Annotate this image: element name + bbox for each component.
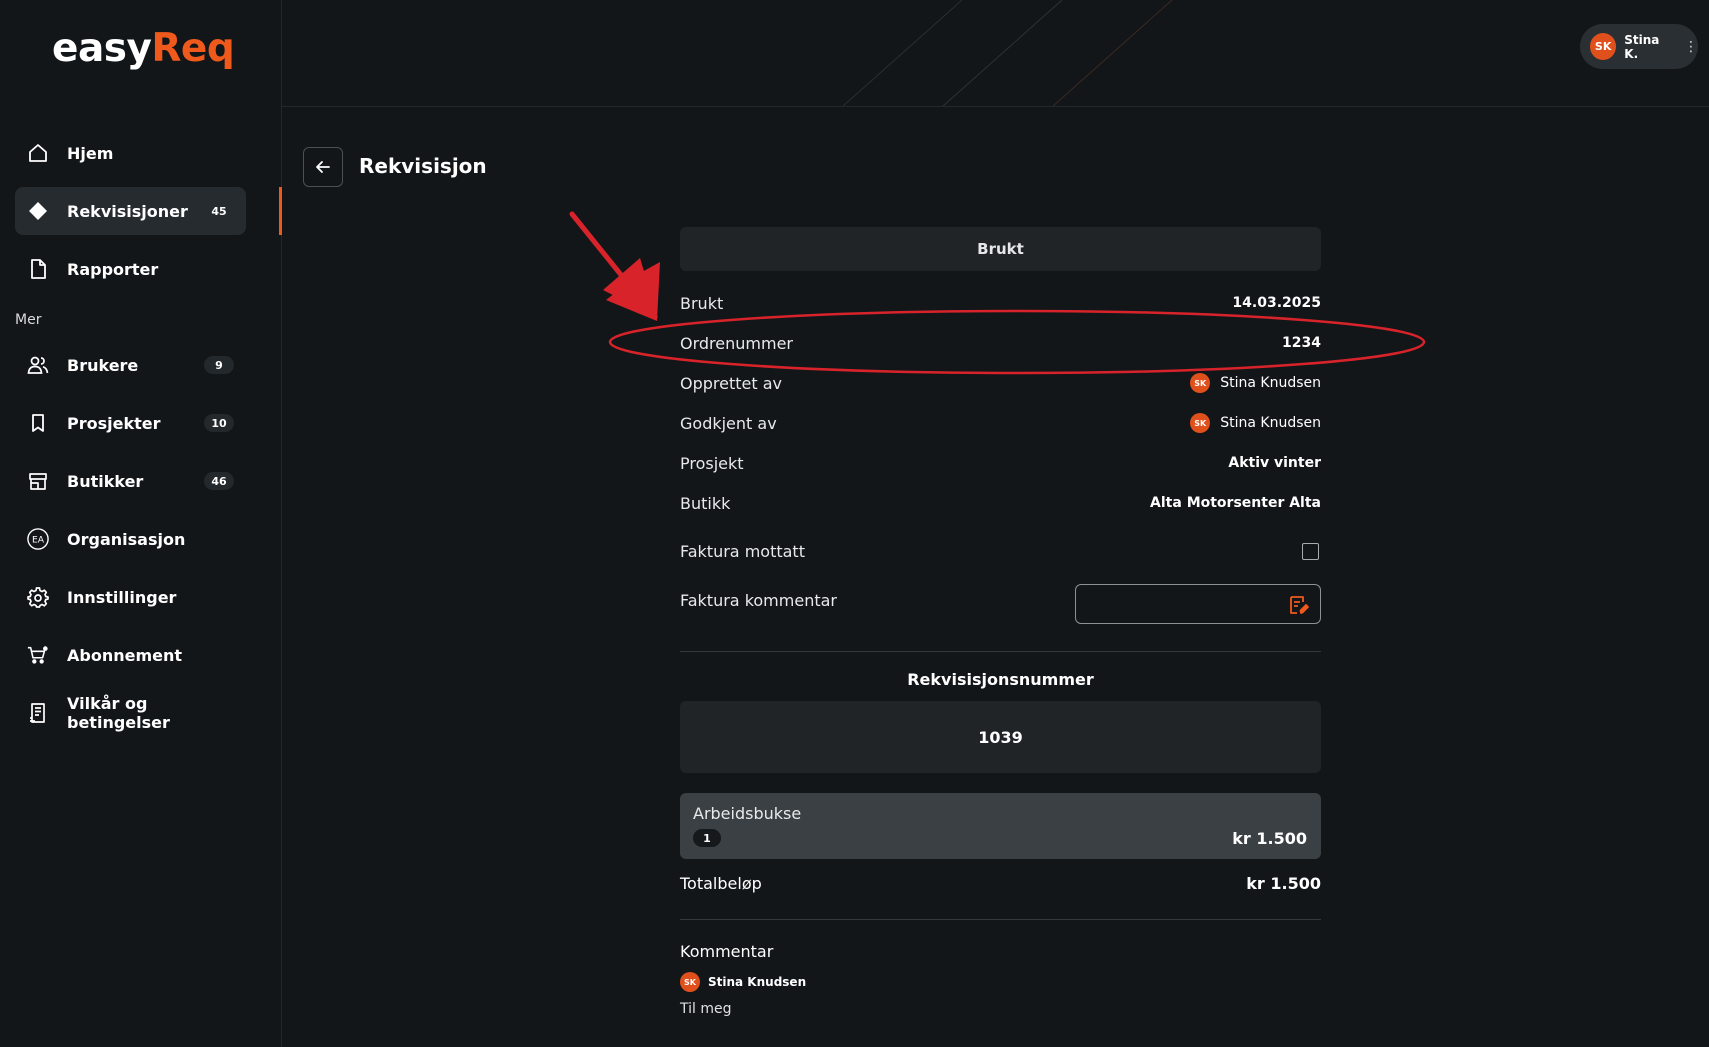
detail-value: SK Stina Knudsen	[1190, 373, 1321, 393]
detail-label: Butikk	[680, 493, 731, 513]
arrow-left-icon	[316, 161, 330, 173]
more-vertical-icon[interactable]: ⋮	[1684, 39, 1698, 55]
edit-note-icon[interactable]	[1288, 594, 1310, 616]
total-label: Totalbeløp	[680, 874, 762, 893]
count-badge: 9	[204, 356, 234, 374]
detail-row-used: Brukt 14.03.2025	[680, 291, 1321, 315]
app-logo[interactable]: easyReq	[52, 26, 235, 71]
line-item-price: kr 1.500	[1232, 829, 1307, 848]
page-title: Rekvisisjon	[359, 154, 487, 178]
invoice-comment-input[interactable]	[1075, 584, 1321, 624]
sidebar: easyReq Hjem Rekvisisjoner 45 Rapporter …	[0, 0, 282, 1047]
back-button[interactable]	[303, 147, 343, 187]
avatar: SK	[680, 972, 700, 992]
avatar: SK	[1190, 413, 1211, 433]
user-menu[interactable]: SK Stina K. ⋮	[1580, 24, 1698, 69]
detail-value: SK Stina Knudsen	[1190, 413, 1321, 433]
sidebar-item-label: Rapporter	[67, 259, 159, 279]
sidebar-item-label: Brukere	[67, 355, 139, 375]
count-badge: 45	[211, 204, 227, 218]
bookmark-icon	[27, 412, 49, 434]
gear-icon	[27, 586, 49, 608]
document-icon	[27, 258, 49, 280]
invoice-received-checkbox[interactable]	[1302, 542, 1319, 560]
detail-label: Brukt	[680, 293, 724, 313]
organization-icon-text: EA	[32, 535, 45, 546]
sidebar-item-innstillinger[interactable]: Innstillinger	[15, 573, 246, 621]
sidebar-item-label: Innstillinger	[67, 587, 177, 607]
line-item[interactable]: Arbeidsbukse 1 kr 1.500	[680, 793, 1321, 859]
logo-text-req: Req	[151, 26, 235, 71]
user-name: Stina K.	[1624, 32, 1660, 61]
quantity-badge: 1	[693, 829, 721, 847]
sidebar-item-vilkar[interactable]: Vilkår og betingelser	[15, 689, 246, 737]
logo-text-easy: easy	[52, 26, 152, 71]
sidebar-item-brukere[interactable]: Brukere 9	[15, 341, 246, 389]
sidebar-item-label: Butikker	[67, 471, 144, 491]
store-icon	[27, 470, 49, 492]
comment-author-name: Stina Knudsen	[708, 975, 807, 989]
detail-label: Faktura mottatt	[680, 541, 805, 561]
organization-icon: EA	[27, 528, 49, 550]
divider	[680, 651, 1321, 652]
count-badge: 10	[204, 414, 234, 432]
sidebar-item-label: Vilkår og betingelser	[67, 694, 170, 732]
detail-row-invoice-received: Faktura mottatt	[680, 539, 1321, 563]
header-decoration	[842, 0, 1173, 106]
active-indicator	[279, 187, 282, 235]
person-name: Stina Knudsen	[1220, 415, 1321, 431]
comment-author: SK Stina Knudsen	[680, 972, 806, 992]
divider	[680, 919, 1321, 920]
detail-value: 1234	[1282, 335, 1321, 351]
detail-label: Opprettet av	[680, 373, 782, 393]
diamond-icon	[27, 200, 49, 222]
status-badge: Brukt	[680, 227, 1321, 271]
sidebar-item-label: Abonnement	[67, 645, 183, 665]
sidebar-item-hjem[interactable]: Hjem	[15, 129, 246, 177]
comment-title: Kommentar	[680, 942, 774, 961]
requisition-number-label: Rekvisisjonsnummer	[907, 670, 1094, 689]
users-icon	[27, 354, 49, 376]
detail-label: Faktura kommentar	[680, 590, 837, 610]
detail-value: Alta Motorsenter Alta	[1150, 495, 1321, 511]
comment-text: Til meg	[680, 1001, 732, 1017]
avatar: SK	[1190, 373, 1211, 393]
sidebar-item-label: Hjem	[67, 143, 114, 163]
home-icon	[27, 142, 49, 164]
detail-row-order-number: Ordrenummer 1234	[680, 331, 1321, 355]
detail-value: Aktiv vinter	[1228, 455, 1321, 471]
sidebar-item-rapporter[interactable]: Rapporter	[15, 245, 246, 293]
person-name: Stina Knudsen	[1220, 375, 1321, 391]
detail-row-approved-by: Godkjent av SK Stina Knudsen	[680, 411, 1321, 435]
sidebar-item-label: Rekvisisjoner	[67, 201, 188, 221]
sidebar-item-label: Prosjekter	[67, 413, 161, 433]
requisition-number: 1039	[680, 701, 1321, 773]
count-badge: 46	[204, 472, 234, 490]
detail-label: Ordrenummer	[680, 333, 793, 353]
sidebar-item-rekvisisjoner[interactable]: Rekvisisjoner 45	[15, 187, 246, 235]
detail-label: Godkjent av	[680, 413, 777, 433]
sidebar-item-butikker[interactable]: Butikker 46	[15, 457, 246, 505]
line-item-name: Arbeidsbukse	[693, 804, 802, 823]
total-row: Totalbeløp kr 1.500	[680, 874, 1321, 893]
total-value: kr 1.500	[1246, 874, 1321, 893]
sidebar-item-abonnement[interactable]: Abonnement	[15, 631, 246, 679]
cart-icon	[27, 644, 49, 666]
terms-icon	[27, 702, 49, 724]
detail-row-invoice-comment: Faktura kommentar	[680, 588, 980, 612]
detail-row-store: Butikk Alta Motorsenter Alta	[680, 491, 1321, 515]
detail-row-project: Prosjekt Aktiv vinter	[680, 451, 1321, 475]
section-label-mer: Mer	[15, 312, 42, 328]
detail-value: 14.03.2025	[1232, 295, 1321, 311]
annotation-arrow-icon	[569, 211, 660, 321]
detail-row-created-by: Opprettet av SK Stina Knudsen	[680, 371, 1321, 395]
sidebar-item-label: Organisasjon	[67, 529, 186, 549]
sidebar-item-organisasjon[interactable]: EA Organisasjon	[15, 515, 246, 563]
sidebar-item-prosjekter[interactable]: Prosjekter 10	[15, 399, 246, 447]
detail-label: Prosjekt	[680, 453, 744, 473]
avatar: SK	[1590, 33, 1617, 60]
top-bar: SK Stina K. ⋮	[282, 0, 1709, 107]
